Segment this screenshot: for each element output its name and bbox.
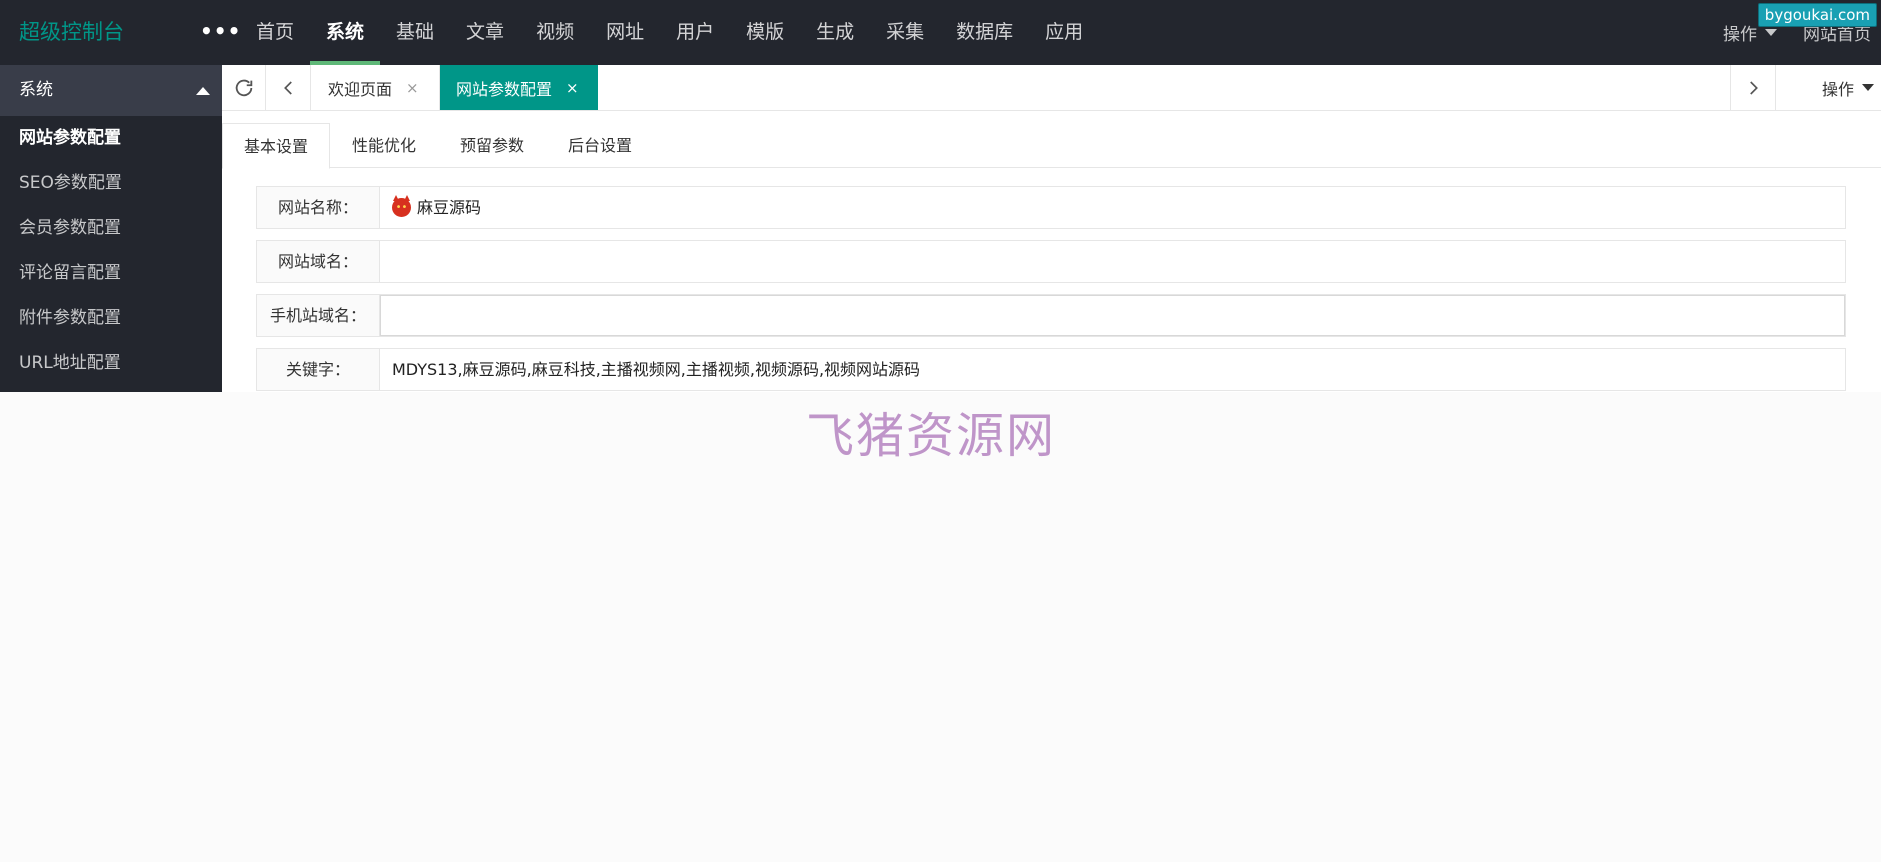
site-name-field[interactable]: •• 麻豆源码 [380,187,1845,228]
sidebar-item-member-config[interactable]: 会员参数配置 [0,206,222,251]
chevron-right-icon [1750,80,1758,95]
mobile-domain-field[interactable] [380,295,1845,336]
nav-item-home[interactable]: 首页 [240,0,310,65]
sidebar-item-seo-config[interactable]: SEO参数配置 [0,161,222,206]
nav-item-generate[interactable]: 生成 [800,0,870,65]
app-logo[interactable]: 超级控制台 [19,0,124,65]
site-name-label: 网站名称： [257,187,380,228]
nav-item-collect[interactable]: 采集 [870,0,940,65]
form-row-site-name: 网站名称： •• 麻豆源码 [256,186,1846,229]
form-row-keywords: 关键字： MDYS13,麻豆源码,麻豆科技,主播视频网,主播视频,视频源码,视频… [256,348,1846,391]
top-header: 超级控制台 ••• 首页 系统 基础 文章 视频 网址 用户 模版 生成 采集 … [0,0,1881,65]
top-nav: 首页 系统 基础 文章 视频 网址 用户 模版 生成 采集 数据库 应用 [240,0,1099,65]
watermark-badge: bygoukai.com [1757,3,1877,27]
main-content: 基本设置 性能优化 预留参数 后台设置 网站名称： •• 麻豆源码 网站域名： … [222,111,1881,392]
site-name-value: 麻豆源码 [417,198,482,217]
caret-down-icon [1765,29,1777,36]
form-row-site-domain: 网站域名： [256,240,1846,283]
tab-reserved-params[interactable]: 预留参数 [438,123,546,168]
header-ops-label: 操作 [1723,25,1757,45]
tab-site-config[interactable]: 网站参数配置 × [440,65,598,110]
keywords-field[interactable]: MDYS13,麻豆源码,麻豆科技,主播视频网,主播视频,视频源码,视频网站源码 [380,349,1845,390]
tab-ops-label: 操作 [1822,79,1855,99]
nav-item-system[interactable]: 系统 [310,0,381,65]
nav-item-basic[interactable]: 基础 [380,0,450,65]
chevron-left-icon [283,80,292,95]
tab-admin-settings[interactable]: 后台设置 [546,123,654,168]
tab-welcome-label: 欢迎页面 [328,79,393,99]
sidebar: 系统 网站参数配置 SEO参数配置 会员参数配置 评论留言配置 附件参数配置 U… [0,65,222,392]
nav-item-user[interactable]: 用户 [660,0,730,65]
close-icon[interactable]: × [406,79,419,97]
tab-scroll-left-button[interactable] [267,65,311,110]
caret-down-icon [1862,84,1875,91]
nav-item-video[interactable]: 视频 [520,0,590,65]
tab-basic-settings[interactable]: 基本设置 [222,123,330,169]
caret-up-icon [196,87,210,95]
nav-item-database[interactable]: 数据库 [940,0,1029,65]
refresh-icon [235,79,252,96]
settings-tabs: 基本设置 性能优化 预留参数 后台设置 [222,123,1881,169]
sidebar-item-site-config[interactable]: 网站参数配置 [0,116,222,161]
site-domain-label: 网站域名： [257,241,380,282]
sidebar-item-comment-config[interactable]: 评论留言配置 [0,251,222,296]
page-tabbar: 欢迎页面 × 网站参数配置 × 操作 [222,65,1881,111]
nav-item-article[interactable]: 文章 [450,0,520,65]
form-row-mobile-domain: 手机站域名： [256,294,1846,337]
devil-emoji-icon: •• [392,195,411,217]
nav-item-url[interactable]: 网址 [590,0,660,65]
nav-item-apps[interactable]: 应用 [1029,0,1099,65]
site-domain-field[interactable] [380,241,1845,282]
watermark-text: 飞猪资源网 [806,408,1057,464]
mobile-domain-label: 手机站域名： [257,295,380,336]
sidebar-item-url-config[interactable]: URL地址配置 [0,341,222,386]
nav-item-template[interactable]: 模版 [730,0,800,65]
close-icon[interactable]: × [566,79,579,97]
sidebar-section-system[interactable]: 系统 [0,65,222,116]
more-menu-icon[interactable]: ••• [200,0,241,65]
refresh-button[interactable] [222,65,266,110]
sidebar-item-attachment-config[interactable]: 附件参数配置 [0,296,222,341]
tab-scroll-right-button[interactable] [1730,65,1776,110]
tab-welcome[interactable]: 欢迎页面 × [312,65,440,110]
keywords-label: 关键字： [257,349,380,390]
sidebar-section-label: 系统 [19,80,53,100]
tab-site-config-label: 网站参数配置 [456,79,553,99]
tab-ops-menu[interactable]: 操作 [1822,65,1875,110]
tab-performance[interactable]: 性能优化 [330,123,438,168]
